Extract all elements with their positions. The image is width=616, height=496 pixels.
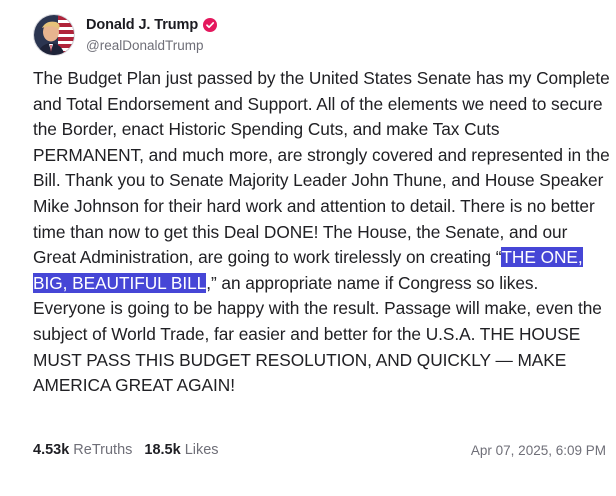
- verified-badge-icon: [203, 18, 218, 32]
- likes-label: Likes: [184, 442, 219, 458]
- avatar-image: [34, 15, 74, 55]
- post-timestamp[interactable]: Apr 07, 2025, 6:09 PM: [471, 443, 606, 458]
- post-card: Donald J. Trump @realDonaldTrump The Bud…: [0, 0, 616, 496]
- likes-stat[interactable]: 18.5k Likes: [144, 442, 218, 458]
- author-name-row: Donald J. Trump: [86, 15, 218, 36]
- user-avatar[interactable]: [33, 14, 75, 56]
- retruths-count: 4.53k: [33, 442, 70, 458]
- author-info: Donald J. Trump @realDonaldTrump: [86, 15, 218, 56]
- post-footer: 4.53k ReTruths 18.5k Likes Apr 07, 2025,…: [33, 439, 606, 461]
- retruths-label: ReTruths: [73, 442, 133, 458]
- post-body: The Budget Plan just passed by the Unite…: [33, 66, 611, 399]
- likes-count: 18.5k: [144, 442, 181, 458]
- author-handle[interactable]: @realDonaldTrump: [86, 36, 217, 56]
- author-display-name[interactable]: Donald J. Trump: [86, 17, 198, 33]
- retruths-stat[interactable]: 4.53k ReTruths: [33, 442, 132, 458]
- post-text-before: The Budget Plan just passed by the Unite…: [33, 68, 610, 268]
- post-header: Donald J. Trump @realDonaldTrump: [33, 12, 218, 58]
